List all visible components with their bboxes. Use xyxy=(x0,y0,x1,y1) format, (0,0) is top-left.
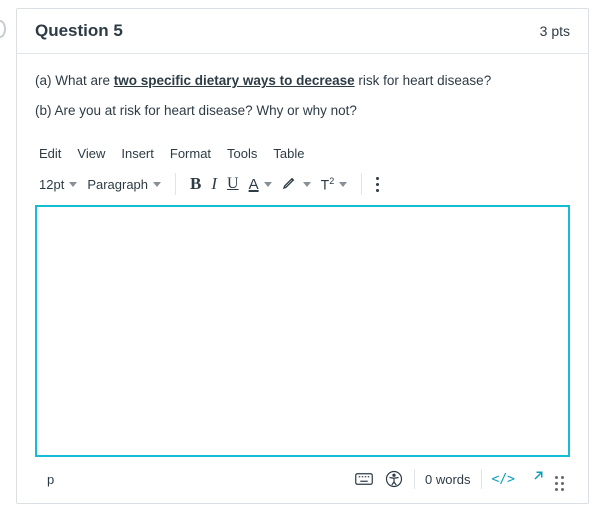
highlight-button[interactable] xyxy=(282,174,311,194)
element-path[interactable]: p xyxy=(47,472,54,487)
font-size-dropdown[interactable]: 12pt xyxy=(39,177,77,192)
grip-icon xyxy=(555,476,564,491)
text-color-icon: A xyxy=(249,176,259,193)
underline-button[interactable]: U xyxy=(227,175,239,193)
question-prompt: (a) What are two specific dietary ways t… xyxy=(35,72,570,132)
text-color-button[interactable]: A xyxy=(249,176,272,193)
bold-button[interactable]: B xyxy=(190,174,201,194)
more-options-button[interactable] xyxy=(376,177,379,192)
menu-view[interactable]: View xyxy=(77,146,105,161)
prompt-a-prefix: (a) What are xyxy=(35,73,114,88)
font-size-label: 12pt xyxy=(39,177,64,192)
menu-table[interactable]: Table xyxy=(273,146,304,161)
italic-button[interactable]: I xyxy=(211,174,217,194)
menu-tools[interactable]: Tools xyxy=(227,146,257,161)
chevron-down-icon xyxy=(264,182,272,187)
editor-statusbar: p 0 words </> xyxy=(35,457,570,495)
chevron-down-icon xyxy=(69,182,77,187)
question-panel: Question 5 3 pts (a) What are two specif… xyxy=(16,8,589,504)
keyboard-icon[interactable] xyxy=(354,469,374,489)
chevron-down-icon xyxy=(339,182,347,187)
superscript-button[interactable]: T2 xyxy=(321,176,348,193)
rich-text-editor[interactable] xyxy=(35,205,570,457)
superscript-icon: T2 xyxy=(321,176,335,193)
toolbar-divider xyxy=(361,173,362,195)
accessibility-icon[interactable] xyxy=(384,469,404,489)
editor-menubar: Edit View Insert Format Tools Table xyxy=(39,146,570,161)
word-count: 0 words xyxy=(425,472,471,487)
html-view-button[interactable]: </> xyxy=(492,472,515,487)
editor-toolbar: 12pt Paragraph B I U A T2 xyxy=(35,171,570,205)
menu-insert[interactable]: Insert xyxy=(121,146,154,161)
question-marker-arc xyxy=(0,20,6,38)
prompt-line-b: (b) Are you at risk for heart disease? W… xyxy=(35,102,570,120)
toolbar-divider xyxy=(175,173,176,195)
resize-handle[interactable] xyxy=(555,467,564,491)
fullscreen-button[interactable] xyxy=(525,469,545,489)
statusbar-divider xyxy=(414,469,415,489)
question-points: 3 pts xyxy=(540,23,570,39)
statusbar-divider xyxy=(481,469,482,489)
kebab-icon xyxy=(376,177,379,192)
question-header: Question 5 3 pts xyxy=(17,9,588,54)
menu-format[interactable]: Format xyxy=(170,146,211,161)
marker-icon xyxy=(282,174,298,194)
chevron-down-icon xyxy=(303,182,311,187)
prompt-line-a: (a) What are two specific dietary ways t… xyxy=(35,72,570,90)
question-body: (a) What are two specific dietary ways t… xyxy=(17,54,588,503)
block-format-dropdown[interactable]: Paragraph xyxy=(87,177,161,192)
chevron-down-icon xyxy=(153,182,161,187)
question-title: Question 5 xyxy=(35,21,123,41)
prompt-a-underlined: two specific dietary ways to decrease xyxy=(114,73,355,88)
prompt-a-suffix: risk for heart disease? xyxy=(355,73,492,88)
menu-edit[interactable]: Edit xyxy=(39,146,61,161)
block-format-label: Paragraph xyxy=(87,177,148,192)
